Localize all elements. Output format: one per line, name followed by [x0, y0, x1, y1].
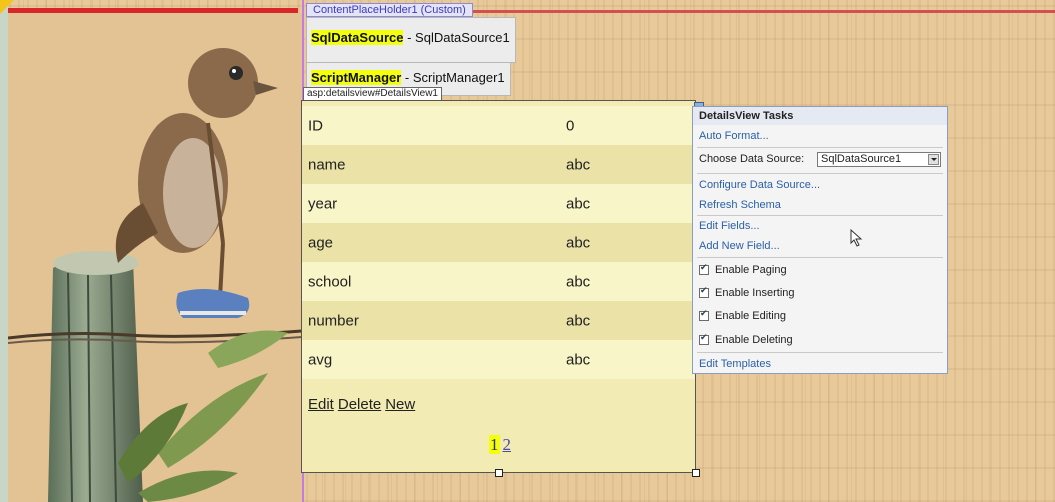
field-value: abc: [566, 312, 591, 329]
content-placeholder-tab[interactable]: ContentPlaceHolder1 (Custom): [306, 3, 473, 17]
table-row: year abc: [302, 184, 695, 223]
mouse-cursor-icon: [850, 229, 863, 247]
left-edge-strip: [0, 0, 8, 502]
enable-paging-checkbox[interactable]: Enable Paging: [699, 263, 787, 276]
enable-editing-checkbox[interactable]: Enable Editing: [699, 309, 786, 322]
control-type-label: SqlDataSource: [311, 30, 404, 45]
table-row: number abc: [302, 301, 695, 340]
field-value: 0: [566, 117, 575, 134]
field-name: age: [308, 234, 334, 251]
current-page: 1: [489, 435, 500, 454]
checkbox-label: Enable Inserting: [715, 287, 795, 299]
edit-fields-link[interactable]: Edit Fields...: [699, 220, 760, 232]
field-name: name: [308, 156, 346, 173]
bird-on-post-image: [8, 13, 302, 502]
checkbox-label: Enable Editing: [715, 310, 786, 322]
divider: [697, 257, 943, 258]
command-row: Edit Delete New: [308, 396, 419, 413]
field-value: abc: [566, 156, 591, 173]
enable-inserting-checkbox[interactable]: Enable Inserting: [699, 286, 795, 299]
divider: [697, 147, 943, 148]
field-name: school: [308, 273, 352, 290]
table-row: name abc: [302, 145, 695, 184]
checkbox-checked-icon[interactable]: [699, 286, 709, 298]
enable-deleting-checkbox[interactable]: Enable Deleting: [699, 333, 793, 346]
delete-link[interactable]: Delete: [338, 396, 381, 413]
field-name: avg: [308, 351, 333, 368]
resize-handle-corner[interactable]: [692, 469, 700, 477]
field-value: abc: [566, 195, 591, 212]
selection-border-right: [470, 10, 1055, 13]
table-row: age abc: [302, 223, 695, 262]
pager: 12: [489, 435, 511, 455]
checkbox-label: Enable Deleting: [715, 334, 793, 346]
resize-handle-bottom[interactable]: [495, 469, 503, 477]
edit-templates-link[interactable]: Edit Templates: [699, 358, 771, 370]
detailsview-control[interactable]: ID 0 name abc year abc age abc school ab…: [301, 100, 696, 473]
page-link-2[interactable]: 2: [503, 435, 512, 454]
control-id-label: - SqlDataSource1: [403, 30, 510, 45]
choose-data-source-label: Choose Data Source:: [699, 153, 805, 165]
refresh-schema-link[interactable]: Refresh Schema: [699, 199, 781, 211]
auto-format-link[interactable]: Auto Format...: [699, 130, 769, 142]
table-row: ID 0: [302, 106, 695, 145]
add-new-field-link[interactable]: Add New Field...: [699, 240, 780, 252]
checkbox-checked-icon[interactable]: [699, 263, 709, 275]
corner-marker: [0, 0, 14, 14]
checkbox-checked-icon[interactable]: [699, 333, 709, 345]
field-value: abc: [566, 273, 591, 290]
tasks-panel-title: DetailsView Tasks: [693, 107, 947, 125]
divider: [697, 215, 943, 216]
new-link[interactable]: New: [385, 396, 415, 413]
divider: [697, 173, 943, 174]
field-name: ID: [308, 117, 323, 134]
detailsview-tag[interactable]: asp:detailsview#DetailsView1: [303, 87, 442, 101]
data-source-dropdown[interactable]: SqlDataSource1: [817, 152, 941, 167]
field-name: year: [308, 195, 338, 212]
divider: [697, 352, 943, 353]
field-name: number: [308, 312, 359, 329]
field-value: abc: [566, 234, 591, 251]
checkbox-label: Enable Paging: [715, 264, 787, 276]
table-row: school abc: [302, 262, 695, 301]
sqldatasource-control[interactable]: SqlDataSource - SqlDataSource1: [306, 17, 516, 63]
data-source-value: SqlDataSource1: [821, 153, 902, 165]
control-type-label: ScriptManager: [311, 70, 402, 85]
edit-link[interactable]: Edit: [308, 396, 334, 413]
control-id-label: - ScriptManager1: [401, 70, 505, 85]
field-value: abc: [566, 351, 591, 368]
detailsview-tasks-panel: DetailsView Tasks Auto Format... Choose …: [692, 106, 948, 374]
table-row: avg abc: [302, 340, 695, 379]
checkbox-checked-icon[interactable]: [699, 309, 709, 321]
configure-data-source-link[interactable]: Configure Data Source...: [699, 179, 820, 191]
chevron-down-icon[interactable]: [928, 154, 939, 165]
